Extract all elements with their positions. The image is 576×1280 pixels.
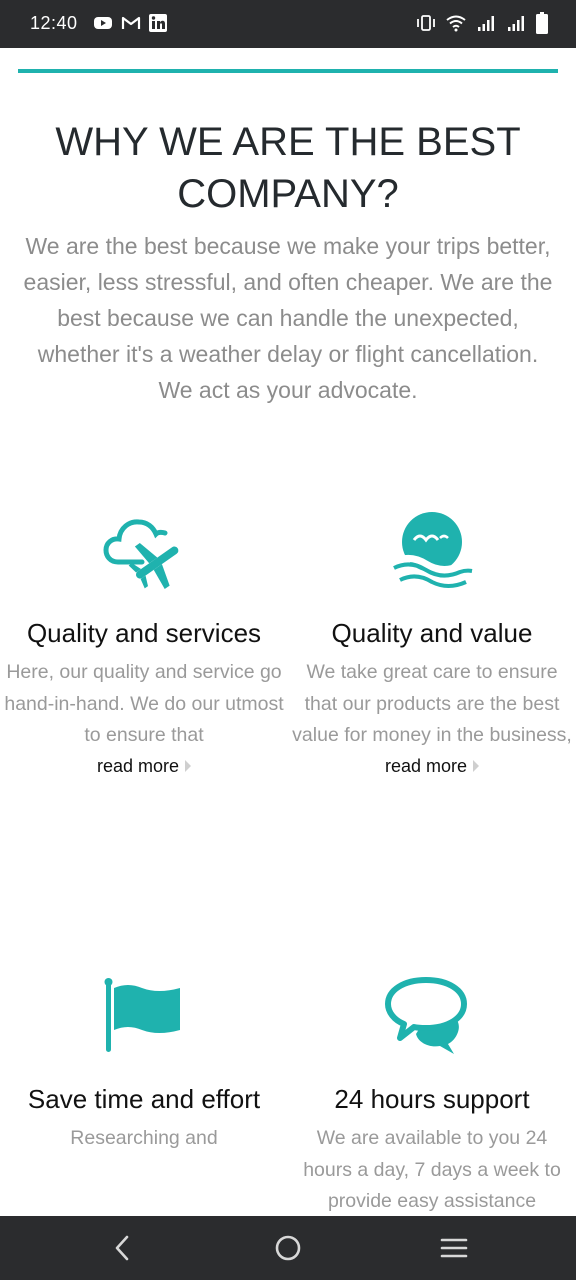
status-time: 12:40 — [30, 13, 78, 33]
page-title: WHY WE ARE THE BEST COMPANY? — [55, 120, 521, 216]
flag-icon — [104, 978, 180, 1052]
read-more-link[interactable]: read more — [96, 752, 192, 780]
feature-title: Save time and effort — [27, 1084, 261, 1114]
battery-icon — [536, 12, 548, 34]
home-icon — [275, 1235, 301, 1261]
navigation-bar — [0, 1216, 576, 1280]
notification-icons — [93, 14, 167, 32]
linkedin-icon — [149, 14, 167, 32]
chat-bubbles-icon — [385, 977, 467, 1054]
feature-card: 24 hours support We are available to you… — [288, 976, 576, 1216]
feature-description: We are available to you 24 hours a day, … — [303, 1127, 561, 1212]
back-icon — [115, 1235, 129, 1261]
system-icons — [416, 12, 548, 34]
accent-divider — [18, 69, 558, 73]
feature-description: We take great care to ensure that our pr… — [292, 661, 572, 746]
wifi-icon — [446, 15, 466, 32]
gmail-icon — [121, 16, 141, 29]
web-content[interactable]: WHY WE ARE THE BEST COMPANY? We are the … — [0, 48, 576, 1216]
feature-title: 24 hours support — [334, 1084, 530, 1114]
read-more-label: read more — [96, 755, 180, 776]
feature-card: Save time and effort Researching and — [0, 976, 288, 1155]
cloud-plane-icon — [103, 519, 179, 590]
feature-description: Researching and — [70, 1127, 218, 1149]
menu-icon — [440, 1238, 468, 1258]
feature-card: Quality and services Here, our quality a… — [0, 510, 288, 780]
signal-icon — [508, 16, 524, 31]
arrow-right-icon — [185, 759, 192, 772]
signal-icon — [478, 16, 494, 31]
home-button[interactable] — [270, 1230, 306, 1266]
menu-button[interactable] — [436, 1230, 472, 1266]
status-bar: 12:40 — [0, 0, 576, 48]
arrow-right-icon — [473, 759, 480, 772]
feature-title: Quality and value — [331, 618, 533, 648]
read-more-label: read more — [384, 755, 468, 776]
feature-card: Quality and value We take great care to … — [288, 510, 576, 780]
feature-title: Quality and services — [26, 618, 262, 648]
intro-text: We are the best because we make your tri… — [23, 233, 553, 403]
feature-description: Here, our quality and service go hand-in… — [4, 661, 284, 746]
back-button[interactable] — [104, 1230, 140, 1266]
sun-waves-bird-icon — [392, 512, 473, 588]
read-more-link[interactable]: read more — [384, 752, 480, 780]
youtube-icon — [94, 17, 112, 29]
vibrate-icon — [417, 15, 435, 31]
